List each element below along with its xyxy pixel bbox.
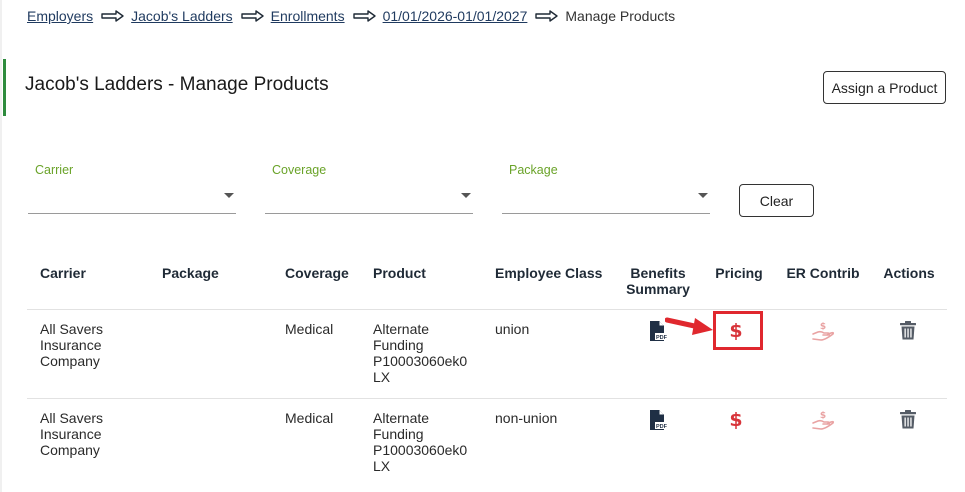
column-header-benefits-summary-line1: Benefits xyxy=(630,265,686,281)
package-filter-select[interactable]: Package xyxy=(502,160,710,214)
package-filter-label: Package xyxy=(509,163,558,177)
column-header-benefits-summary: Benefits Summary xyxy=(616,265,700,297)
column-header-employee-class[interactable]: Employee Class xyxy=(495,265,602,281)
svg-text:$: $ xyxy=(820,322,826,332)
svg-text:PDF: PDF xyxy=(656,424,668,430)
cell-carrier-line: Insurance xyxy=(40,426,102,442)
column-header-actions: Actions xyxy=(883,265,935,281)
chevron-down-icon xyxy=(224,193,234,198)
cell-employee-class: non-union xyxy=(495,410,558,426)
cell-carrier-line: All Savers xyxy=(40,410,104,426)
right-arrow-icon xyxy=(240,10,264,22)
right-arrow-icon xyxy=(352,10,376,22)
column-header-product[interactable]: Product xyxy=(373,265,426,281)
chevron-down-icon xyxy=(698,193,708,198)
cell-carrier-line: Company xyxy=(40,442,100,458)
page-title: Jacob's Ladders - Manage Products xyxy=(25,74,329,95)
cell-carrier-line: All Savers xyxy=(40,321,104,337)
cell-product-line: Funding xyxy=(373,426,424,442)
assign-product-button[interactable]: Assign a Product xyxy=(823,71,946,104)
cell-coverage: Medical xyxy=(285,321,334,337)
svg-text:PDF: PDF xyxy=(656,335,668,341)
cell-carrier: All Savers Insurance Company xyxy=(40,321,103,369)
column-header-benefits-summary-line2: Summary xyxy=(626,281,690,297)
pdf-file-icon[interactable]: PDF xyxy=(648,320,668,342)
cell-product-line: P10003060ek0 xyxy=(373,353,468,369)
cell-product-line: LX xyxy=(373,458,391,474)
right-arrow-icon xyxy=(101,10,124,22)
breadcrumb-employer[interactable]: Jacob's Ladders xyxy=(131,8,233,24)
right-arrow-icon xyxy=(535,10,559,22)
cell-product-line: Funding xyxy=(373,337,424,353)
column-header-coverage[interactable]: Coverage xyxy=(285,265,349,281)
table-divider xyxy=(27,398,947,399)
hand-dollar-icon[interactable]: $ xyxy=(811,320,835,342)
pdf-file-icon[interactable]: PDF xyxy=(648,409,668,431)
carrier-filter-label: Carrier xyxy=(35,163,74,177)
cell-coverage: Medical xyxy=(285,410,334,426)
column-header-pricing: Pricing xyxy=(715,265,763,281)
cell-product-line: P10003060ek0 xyxy=(373,442,468,458)
breadcrumb-enrollment-period[interactable]: 01/01/2026-01/01/2027 xyxy=(383,8,528,24)
coverage-filter-label: Coverage xyxy=(272,163,327,177)
breadcrumb-employers[interactable]: Employers xyxy=(27,8,93,24)
cell-carrier: All Savers Insurance Company xyxy=(40,410,103,458)
svg-text:$: $ xyxy=(729,320,742,341)
cell-product-line: Alternate xyxy=(373,410,430,426)
table-divider xyxy=(27,309,947,310)
hand-dollar-icon[interactable]: $ xyxy=(811,409,835,431)
dollar-icon[interactable]: $ xyxy=(728,408,744,430)
dollar-icon[interactable]: $ xyxy=(728,319,744,341)
title-accent-bar xyxy=(3,59,6,116)
cell-employee-class: union xyxy=(495,321,530,337)
trash-icon[interactable] xyxy=(899,410,917,429)
cell-carrier-line: Insurance xyxy=(40,337,102,353)
cell-product: Alternate Funding P10003060ek0 LX xyxy=(373,321,467,385)
annotation-arrow-icon xyxy=(665,317,713,335)
cell-product-line: LX xyxy=(373,369,391,385)
carrier-filter-select[interactable]: Carrier xyxy=(28,160,236,214)
cell-product-line: Alternate xyxy=(373,321,430,337)
chevron-down-icon xyxy=(461,193,471,198)
breadcrumb-current: Manage Products xyxy=(565,8,676,24)
breadcrumb-enrollments[interactable]: Enrollments xyxy=(271,8,345,24)
svg-text:$: $ xyxy=(820,411,826,421)
column-header-er-contrib: ER Contrib xyxy=(786,265,860,281)
left-border xyxy=(0,0,2,492)
coverage-filter-select[interactable]: Coverage xyxy=(265,160,473,214)
column-header-carrier[interactable]: Carrier xyxy=(40,265,86,281)
clear-filters-button[interactable]: Clear xyxy=(739,184,814,217)
cell-product: Alternate Funding P10003060ek0 LX xyxy=(373,410,467,474)
cell-carrier-line: Company xyxy=(40,353,100,369)
trash-icon[interactable] xyxy=(899,321,917,340)
svg-text:$: $ xyxy=(729,409,742,430)
column-header-package[interactable]: Package xyxy=(162,265,219,281)
breadcrumb: Employers Jacob's Ladders Enrollments 01… xyxy=(27,6,675,26)
